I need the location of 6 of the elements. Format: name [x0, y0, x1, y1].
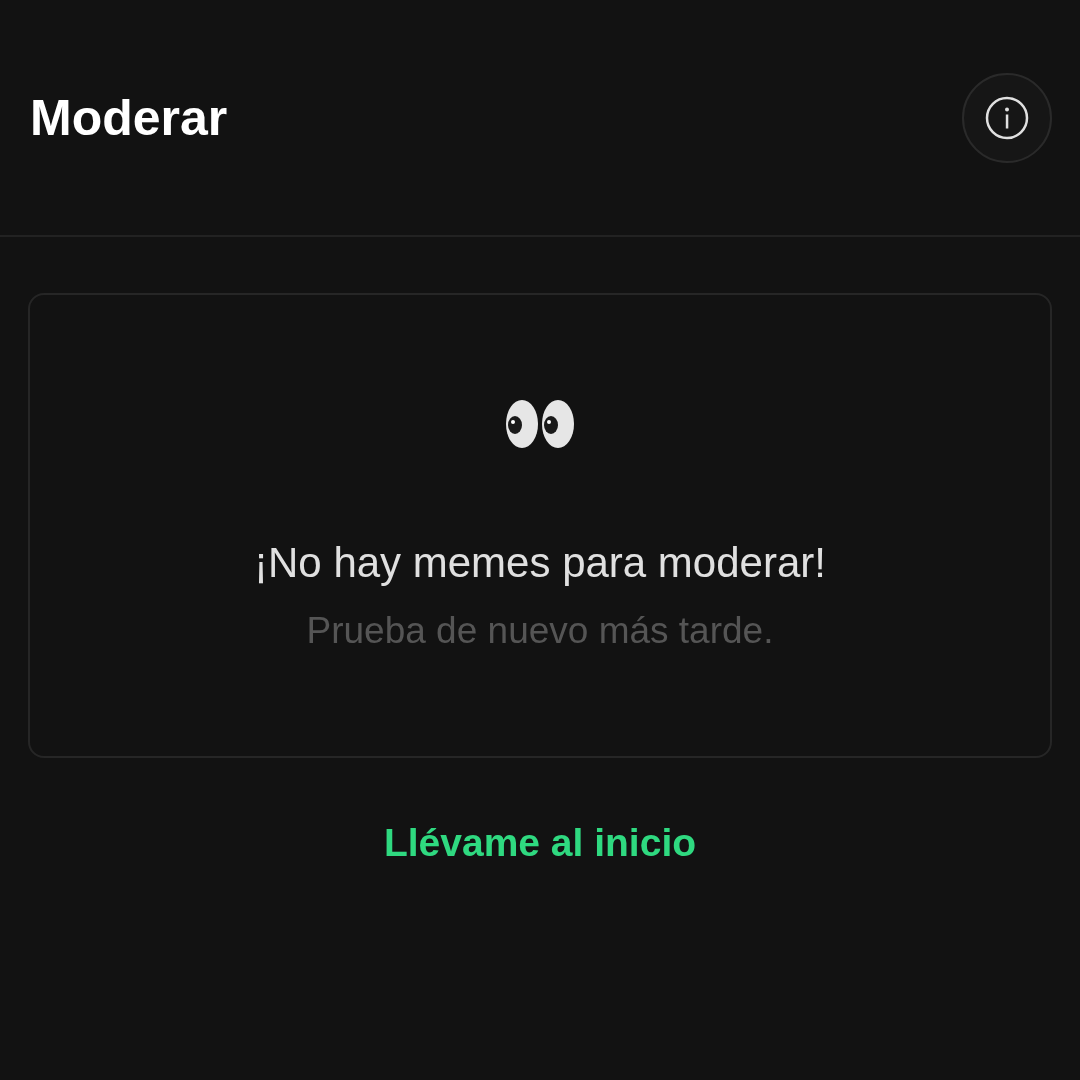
empty-hint: Prueba de nuevo más tarde. [306, 609, 774, 653]
empty-message: ¡No hay memes para moderar! [254, 538, 826, 588]
page-title: Moderar [30, 88, 228, 147]
home-link[interactable]: Llévame al inicio [383, 818, 697, 868]
eyes-icon [505, 398, 575, 450]
info-icon [984, 94, 1030, 141]
